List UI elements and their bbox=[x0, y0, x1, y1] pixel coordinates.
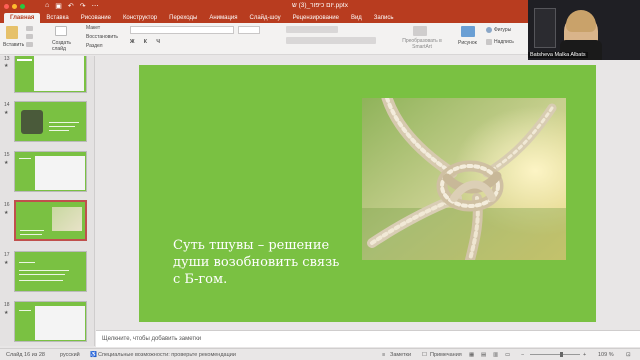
person-hair bbox=[566, 10, 596, 32]
participant-name: Batsheva Malka Albats bbox=[528, 52, 588, 58]
slide-number: 18 bbox=[4, 302, 10, 308]
font-style-buttons[interactable]: Ж К Ч bbox=[130, 39, 164, 45]
reading-view-icon[interactable]: ▥ bbox=[493, 352, 498, 358]
textbox-button[interactable]: Надпись bbox=[494, 39, 514, 45]
font-name-field[interactable] bbox=[130, 26, 234, 34]
notes-toggle[interactable]: Заметки bbox=[390, 352, 411, 358]
new-slide-icon[interactable] bbox=[55, 26, 67, 36]
normal-view-icon[interactable]: ▦ bbox=[469, 352, 474, 358]
fit-slide-icon[interactable]: ⊡ bbox=[626, 352, 631, 358]
slide-thumbnail-17[interactable] bbox=[14, 251, 87, 292]
paste-button[interactable]: Вставить bbox=[3, 42, 24, 48]
zoom-out-icon[interactable]: − bbox=[521, 352, 524, 358]
slide-thumbnail-panel[interactable]: 13 ★ 14 ★ 15 ★ 16 ★ 17 ★ 18 ★ bbox=[0, 56, 95, 346]
picture-button[interactable]: Рисунок bbox=[458, 40, 477, 46]
slide-thumbnail-16[interactable] bbox=[14, 200, 87, 241]
slide-number: 17 bbox=[4, 252, 10, 258]
comments-icon[interactable]: ☐ bbox=[422, 352, 427, 358]
zoom-slider-thumb[interactable] bbox=[560, 352, 563, 357]
tab-design[interactable]: Конструктор bbox=[117, 13, 163, 23]
layout-button[interactable]: Макет bbox=[86, 25, 100, 31]
slide-star-icon: ★ bbox=[4, 210, 9, 216]
notes-pane[interactable]: Щелкните, чтобы добавить заметки bbox=[96, 330, 640, 347]
textbox-icon[interactable] bbox=[486, 39, 492, 45]
tab-insert[interactable]: Вставка bbox=[40, 13, 74, 23]
accessibility-icon[interactable]: ♿ bbox=[90, 352, 97, 358]
smartart-icon[interactable] bbox=[413, 26, 427, 36]
tab-record[interactable]: Запись bbox=[368, 13, 400, 23]
slide-star-icon: ★ bbox=[4, 260, 9, 266]
zoom-in-icon[interactable]: + bbox=[583, 352, 586, 358]
slide-number: 14 bbox=[4, 102, 10, 108]
slide-thumbnail-15[interactable] bbox=[14, 151, 87, 192]
copy-icon[interactable] bbox=[26, 34, 33, 39]
paragraph-align-icons[interactable] bbox=[286, 37, 376, 44]
tab-animations[interactable]: Анимация bbox=[203, 13, 243, 23]
reset-button[interactable]: Восстановить bbox=[86, 34, 118, 40]
slide-body-text[interactable]: Суть тшувы – решение души возобновить св… bbox=[173, 237, 343, 288]
cut-icon[interactable] bbox=[26, 26, 33, 31]
slide-thumbnail-14[interactable] bbox=[14, 101, 87, 142]
paragraph-list-icons[interactable] bbox=[286, 26, 338, 33]
current-slide[interactable]: Суть тшувы – решение души возобновить св… bbox=[139, 65, 596, 322]
tab-view[interactable]: Вид bbox=[345, 13, 368, 23]
slide-number: 16 bbox=[4, 202, 10, 208]
notes-icon[interactable]: ≡ bbox=[382, 352, 385, 358]
zoom-level[interactable]: 109 % bbox=[598, 352, 614, 358]
slide-counter: Слайд 16 из 28 bbox=[6, 352, 45, 358]
tab-draw[interactable]: Рисование bbox=[75, 13, 117, 23]
section-button[interactable]: Раздел bbox=[86, 43, 103, 49]
new-slide-button[interactable]: Создать слайд bbox=[52, 40, 74, 52]
tab-review[interactable]: Рецензирование bbox=[287, 13, 345, 23]
slide-thumbnail-13[interactable] bbox=[14, 56, 87, 93]
status-bar: Слайд 16 из 28 русский ♿ Специальные воз… bbox=[0, 348, 640, 360]
rope-knot-photo[interactable] bbox=[362, 98, 566, 260]
notes-placeholder[interactable]: Щелкните, чтобы добавить заметки bbox=[102, 336, 201, 342]
tab-home[interactable]: Главная bbox=[4, 13, 41, 23]
slideshow-view-icon[interactable]: ▭ bbox=[505, 352, 510, 358]
shapes-button[interactable]: Фигуры bbox=[494, 27, 511, 33]
slide-star-icon: ★ bbox=[4, 310, 9, 316]
video-call-overlay: Batsheva Malka Albats bbox=[528, 0, 640, 60]
menorah-frame bbox=[534, 8, 556, 48]
tab-transitions[interactable]: Переходы bbox=[163, 13, 203, 23]
paste-icon[interactable] bbox=[6, 26, 18, 39]
slide-star-icon: ★ bbox=[4, 110, 9, 116]
comments-toggle[interactable]: Примечания bbox=[430, 352, 462, 358]
rope-knot-image bbox=[362, 98, 566, 260]
language-indicator[interactable]: русский bbox=[60, 352, 80, 358]
zoom-slider[interactable] bbox=[530, 352, 580, 357]
slide-number: 13 bbox=[4, 56, 10, 62]
tab-slideshow[interactable]: Слайд-шоу bbox=[243, 13, 286, 23]
accessibility-status[interactable]: Специальные возможности: проверьте реком… bbox=[98, 352, 236, 358]
slide-thumbnail-18[interactable] bbox=[14, 301, 87, 342]
slide-star-icon: ★ bbox=[4, 160, 9, 166]
picture-icon[interactable] bbox=[461, 26, 475, 37]
sorter-view-icon[interactable]: ▤ bbox=[481, 352, 486, 358]
slide-editor: Суть тшувы – решение души возобновить св… bbox=[96, 56, 640, 328]
slide-star-icon: ★ bbox=[4, 63, 9, 69]
slide-number: 15 bbox=[4, 152, 10, 158]
convert-smartart-button[interactable]: Преобразовать в SmartArt bbox=[398, 38, 446, 50]
format-painter-icon[interactable] bbox=[26, 42, 33, 47]
shapes-icon[interactable] bbox=[486, 27, 492, 33]
font-size-field[interactable] bbox=[238, 26, 260, 34]
